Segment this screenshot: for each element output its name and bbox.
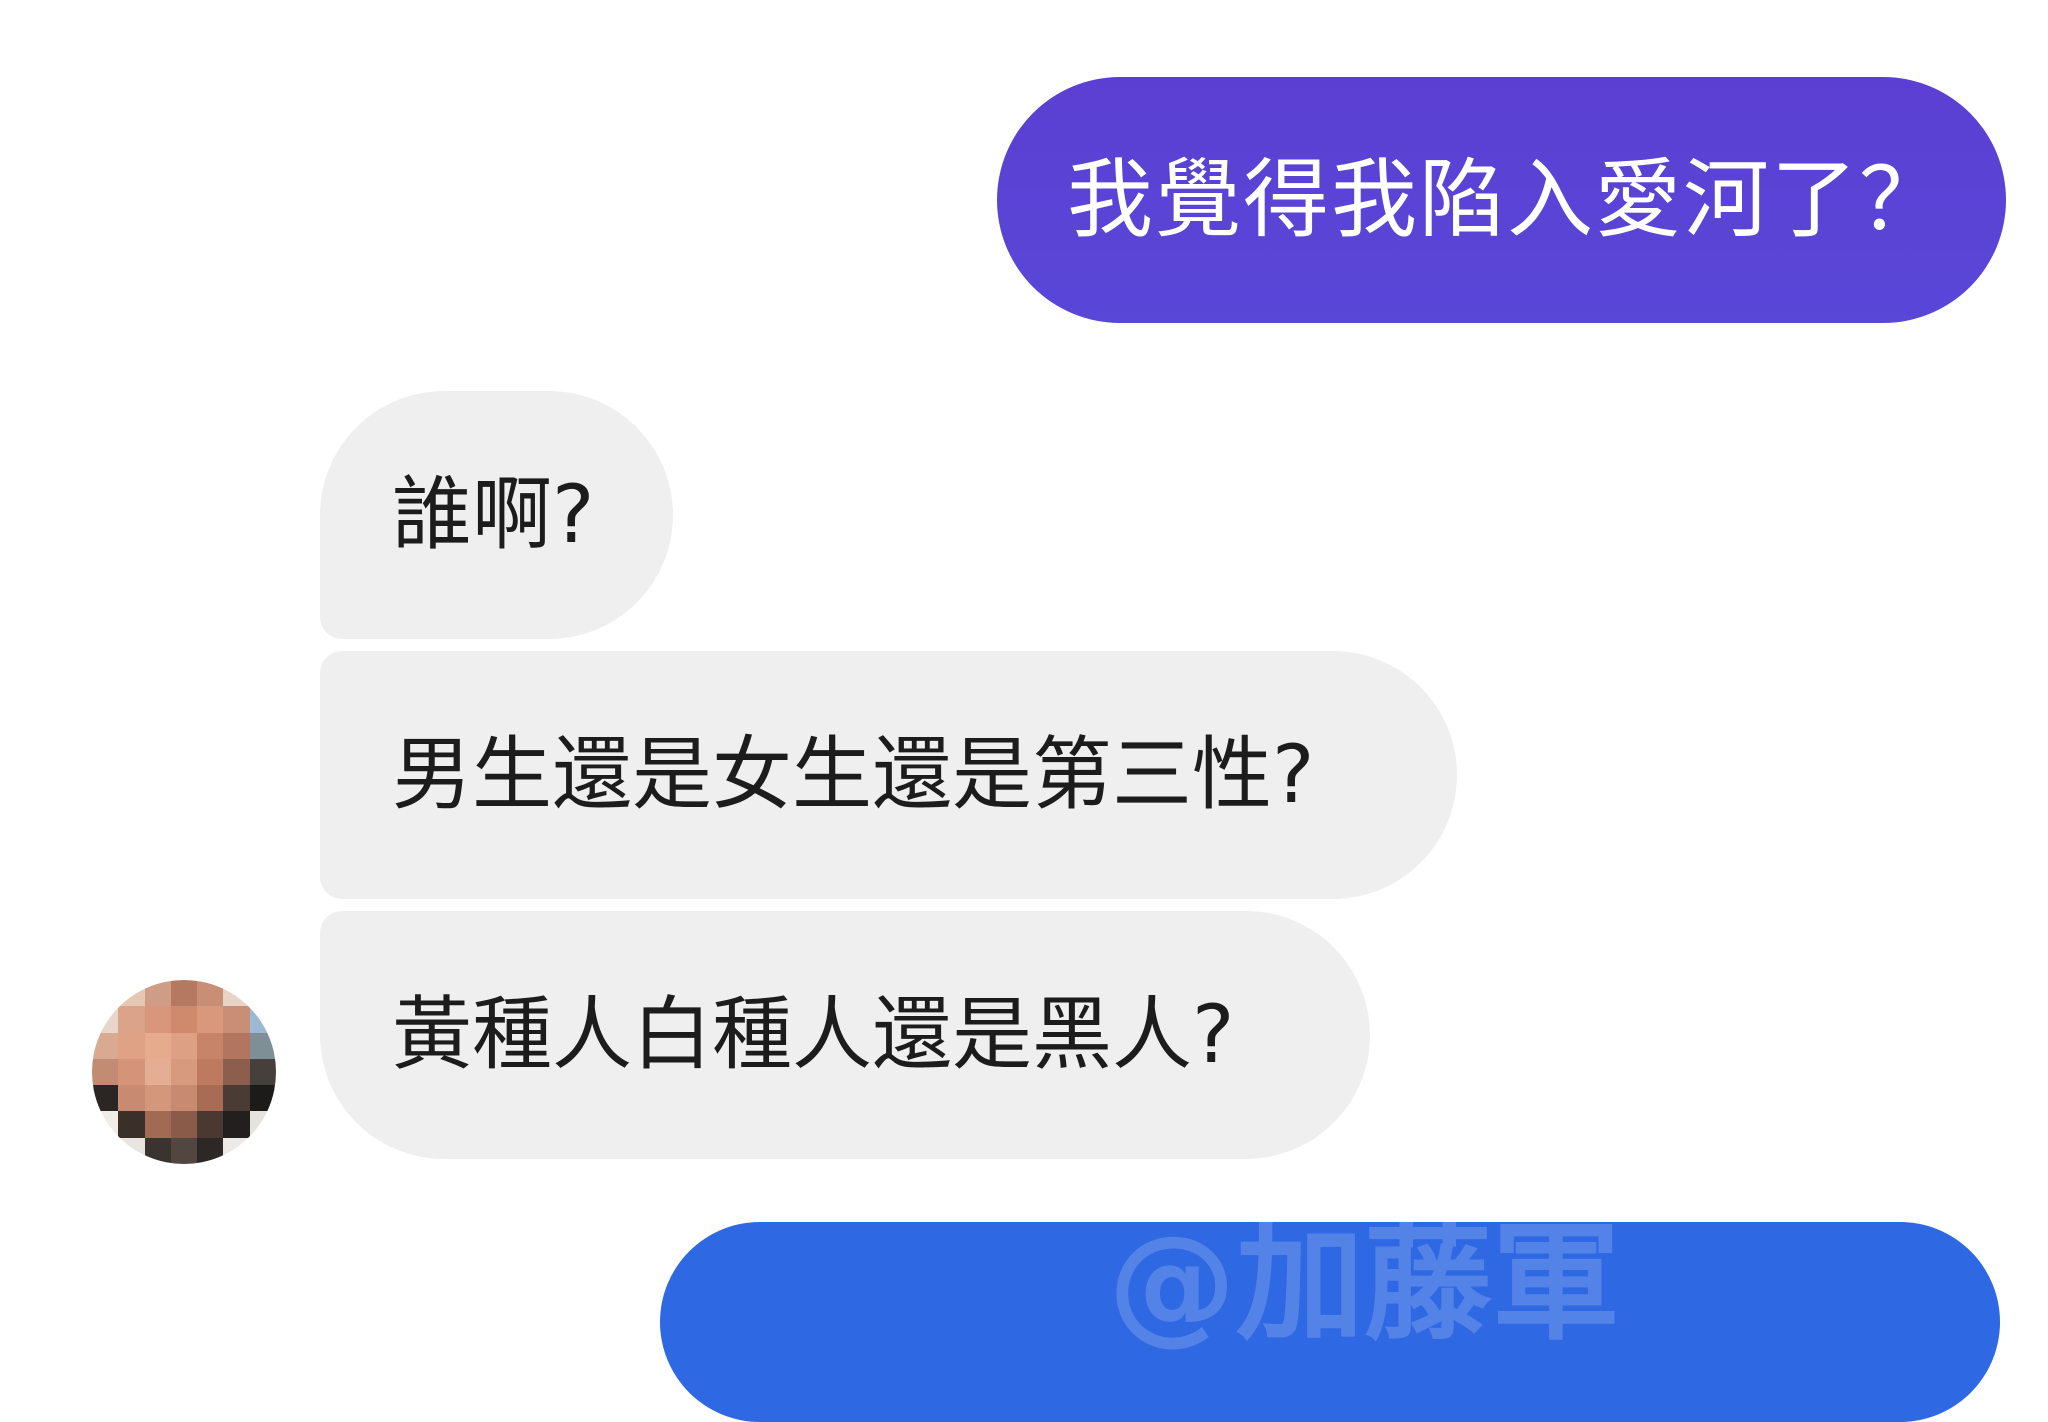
- message-text: 我覺得我陷入愛河了？: [1067, 150, 1947, 250]
- incoming-message-bubble[interactable]: 男生還是女生還是第三性?: [320, 651, 1457, 899]
- chat-thread: 我覺得我陷入愛河了？ 誰啊? @加藤軍 男生還是女生還是第三性? 黃種人白種人還…: [0, 0, 2048, 1422]
- message-text: 黃種人白種人還是黑人?: [392, 988, 1235, 1081]
- message-text: 誰啊?: [392, 468, 595, 561]
- sender-avatar[interactable]: [92, 980, 276, 1164]
- outgoing-message-bubble[interactable]: 我覺得我陷入愛河了？: [997, 77, 2006, 323]
- message-text: 男生還是女生還是第三性?: [392, 728, 1315, 821]
- incoming-message-bubble[interactable]: 誰啊?: [320, 391, 673, 639]
- incoming-message-bubble[interactable]: 黃種人白種人還是黑人?: [320, 911, 1370, 1159]
- watermark: @加藤軍: [1108, 1209, 1621, 1358]
